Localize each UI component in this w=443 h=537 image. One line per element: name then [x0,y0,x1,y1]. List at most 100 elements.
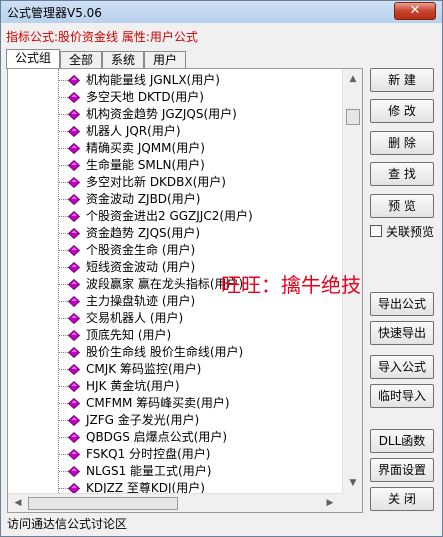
tree-connector-line [59,301,68,302]
tree-item-label: 个股资金进出2 GGZJJC2(用户) [86,209,253,223]
tab-system[interactable]: 系统 [102,51,145,69]
horizontal-scroll-thumb[interactable] [28,497,178,510]
formula-diamond-icon [68,466,80,477]
tree-connector-line [59,420,68,421]
quick-export-button[interactable]: 快速导出 [370,321,434,345]
scroll-down-arrow-icon[interactable]: ▼ [345,475,361,491]
tab-all[interactable]: 全部 [60,51,103,69]
tab-user[interactable]: 用户 [144,51,187,69]
tree-item[interactable]: CMJK 筹码监控(用户) [8,361,342,378]
tree-connector-line [59,403,68,404]
tree-connector-line [59,386,68,387]
tree-item-label: 多空对比新 DKDBX(用户) [86,175,226,189]
title-bar: 公式管理器V5.06 ✕ [1,1,442,23]
tree-connector-line [59,97,68,98]
linked-preview-label: 关联预览 [386,224,435,239]
tree-connector-line [59,318,68,319]
tree-item[interactable]: CMFMM 筹码峰买卖(用户) [8,395,342,412]
tree-item[interactable]: QBDGS 启爆点公式(用户) [8,429,342,446]
scroll-right-arrow-icon[interactable]: ▶ [322,495,338,511]
tree-item-label: 资金趋势 ZJQS(用户) [86,226,201,240]
tree-item-label: CMFMM 筹码峰买卖(用户) [86,396,230,410]
formula-diamond-icon [68,75,80,86]
preview-button[interactable]: 预 览 [370,194,434,218]
scroll-up-arrow-icon[interactable]: ▲ [345,71,361,87]
tree-item-label: 短线资金波动 (用户) [86,260,196,274]
tree-connector-line [59,335,68,336]
tree-item[interactable]: 生命量能 SMLN(用户) [8,157,342,174]
formula-diamond-icon [68,194,80,205]
tree-item-label: HJK 黄金坑(用户) [86,379,180,393]
tree-item-label: QBDGS 启爆点公式(用户) [86,430,228,444]
tree-item-label: 顶底先知 (用户) [86,328,172,342]
tree-item[interactable]: NLGS1 能量工式(用户) [8,463,342,480]
tree-item[interactable]: 资金波动 ZJBD(用户) [8,191,342,208]
tree-item[interactable]: 交易机器人 (用户) [8,310,342,327]
formula-manager-window: 公式管理器V5.06 ✕ 指标公式:股价资金线 属性:用户公式 公式组 全部 系… [0,0,443,537]
tree-item[interactable]: 个股资金生命 (用户) [8,242,342,259]
tree-item-label: 精确买卖 JQMM(用户) [86,141,205,155]
ui-settings-button[interactable]: 界面设置 [370,458,434,482]
tree-item-label: 机构能量线 JGNLX(用户) [86,73,220,87]
scroll-left-arrow-icon[interactable]: ◀ [10,495,26,511]
find-button[interactable]: 查 找 [370,162,434,186]
scrollbar-corner [342,493,362,512]
linked-preview-checkbox[interactable] [370,225,382,237]
formula-diamond-icon [68,432,80,443]
formula-diamond-icon [68,296,80,307]
tree-connector-line [59,369,68,370]
tab-formula-group[interactable]: 公式组 [6,49,61,69]
tree-connector-line [59,216,68,217]
dll-function-button[interactable]: DLL函数 [370,429,434,453]
tree-item-label: 机器人 JQR(用户) [86,124,181,138]
formula-diamond-icon [68,330,80,341]
formula-tabs: 公式组 全部 系统 用户 [6,49,187,69]
tree-connector-line [59,284,68,285]
tree-item[interactable]: 资金趋势 ZJQS(用户) [8,225,342,242]
window-close-button[interactable]: ✕ [394,2,436,20]
tree-connector-line [59,182,68,183]
new-button[interactable]: 新 建 [370,68,434,92]
tree-item[interactable]: 个股资金进出2 GGZJJC2(用户) [8,208,342,225]
window-title: 公式管理器V5.06 [7,5,102,20]
tree-item[interactable]: 机构资金趋势 JGZJQS(用户) [8,106,342,123]
close-button[interactable]: 关 闭 [370,487,434,511]
tree-connector-line [59,267,68,268]
formula-diamond-icon [68,92,80,103]
tree-item[interactable]: 多空对比新 DKDBX(用户) [8,174,342,191]
vertical-scroll-thumb[interactable] [346,109,360,125]
formula-diamond-icon [68,398,80,409]
formula-diamond-icon [68,228,80,239]
formula-diamond-icon [68,262,80,273]
status-bar-link[interactable]: 访问通达信公式讨论区 [7,515,127,531]
import-formula-button[interactable]: 导入公式 [370,355,434,379]
edit-button[interactable]: 修 改 [370,99,434,123]
tree-item[interactable]: 机器人 JQR(用户) [8,123,342,140]
tree-connector-line [59,199,68,200]
temp-import-button[interactable]: 临时导入 [370,384,434,408]
tree-item-label: 机构资金趋势 JGZJQS(用户) [86,107,237,121]
formula-diamond-icon [68,245,80,256]
tree-item[interactable]: HJK 黄金坑(用户) [8,378,342,395]
tree-connector-line [59,148,68,149]
formula-diamond-icon [68,177,80,188]
tree-item[interactable]: 机构能量线 JGNLX(用户) [8,72,342,89]
tree-item-label: 主力操盘轨迹 (用户) [86,294,196,308]
tree-item[interactable]: 精确买卖 JQMM(用户) [8,140,342,157]
tree-item[interactable]: 股价生命线 股价生命线(用户) [8,344,342,361]
formula-diamond-icon [68,313,80,324]
tree-item-label: 个股资金生命 (用户) [86,243,196,257]
linked-preview-checkbox-row[interactable]: 关联预览 [370,224,435,239]
tree-connector-line [59,131,68,132]
tree-item[interactable]: JZFG 金子发光(用户) [8,412,342,429]
tree-item[interactable]: 多空天地 DKTD(用户) [8,89,342,106]
formula-diamond-icon [68,364,80,375]
watermark-text: 旺旺：擒牛绝技 [221,273,361,297]
export-formula-button[interactable]: 导出公式 [370,292,434,316]
tree-item[interactable]: FSKQ1 分时控盘(用户) [8,446,342,463]
horizontal-scrollbar[interactable]: ◀ ▶ [8,493,342,512]
tree-item-label: 波段赢家 赢在龙头指标(用户) [86,277,244,291]
tree-item-label: JZFG 金子发光(用户) [86,413,200,427]
tree-item[interactable]: 顶底先知 (用户) [8,327,342,344]
delete-button[interactable]: 删 除 [370,131,434,155]
